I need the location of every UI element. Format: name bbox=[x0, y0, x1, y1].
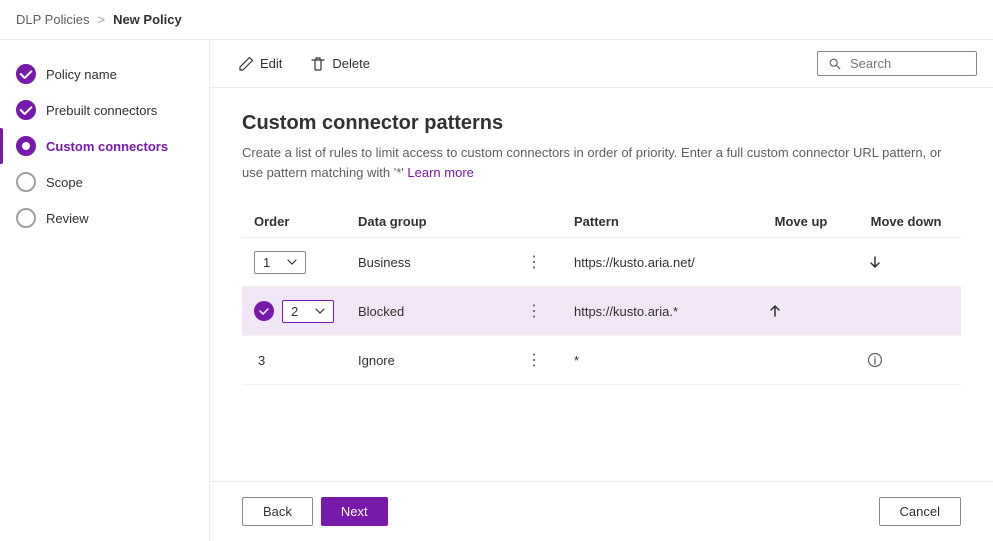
row1-order-dropdown[interactable]: 1 bbox=[254, 251, 306, 274]
row2-order-num: 2 bbox=[291, 304, 298, 319]
row3-movedown-cell bbox=[851, 336, 961, 385]
row1-menu: ⋮ bbox=[506, 238, 562, 287]
row3-order-wrapper: 3 bbox=[254, 353, 334, 368]
row1-menu-button[interactable]: ⋮ bbox=[518, 248, 550, 276]
row3-moveup-cell bbox=[751, 336, 851, 385]
sidebar-item-custom-connectors[interactable]: Custom connectors bbox=[0, 128, 209, 164]
col-menu bbox=[506, 206, 562, 238]
sidebar-label-review: Review bbox=[46, 211, 89, 226]
row2-menu: ⋮ bbox=[506, 287, 562, 336]
next-button[interactable]: Next bbox=[321, 497, 388, 526]
sidebar-item-scope[interactable]: Scope bbox=[0, 164, 209, 200]
sidebar-item-prebuilt-connectors[interactable]: Prebuilt connectors bbox=[0, 92, 209, 128]
breadcrumb-current: New Policy bbox=[113, 12, 182, 27]
col-order: Order bbox=[242, 206, 346, 238]
row3-menu: ⋮ bbox=[506, 336, 562, 385]
arrow-down-icon bbox=[867, 254, 883, 270]
footer: Back Next Cancel bbox=[210, 481, 993, 541]
content-area: Custom connector patterns Create a list … bbox=[210, 88, 993, 481]
step-circle-custom bbox=[16, 136, 36, 156]
delete-button[interactable]: Delete bbox=[298, 50, 382, 78]
arrow-up-icon bbox=[767, 303, 783, 319]
topbar: DLP Policies > New Policy bbox=[0, 0, 993, 40]
row2-order-wrapper: 2 bbox=[254, 300, 334, 323]
page-desc-text: Create a list of rules to limit access t… bbox=[242, 145, 941, 180]
search-icon bbox=[828, 57, 842, 71]
step-circle-policy-name bbox=[16, 64, 36, 84]
row3-pattern: * bbox=[562, 336, 751, 385]
row3-order-cell: 3 bbox=[242, 336, 346, 385]
row1-order-cell: 1 bbox=[242, 238, 346, 287]
row1-move-down-button[interactable] bbox=[863, 250, 887, 274]
col-moveup: Move up bbox=[751, 206, 851, 238]
learn-more-link[interactable]: Learn more bbox=[407, 165, 473, 180]
row3-datagroup: Ignore bbox=[346, 336, 506, 385]
delete-label: Delete bbox=[332, 56, 370, 71]
cancel-button[interactable]: Cancel bbox=[879, 497, 961, 526]
row2-datagroup: Blocked bbox=[346, 287, 506, 336]
step-circle-review bbox=[16, 208, 36, 228]
step-circle-prebuilt bbox=[16, 100, 36, 120]
row2-order-cell: 2 bbox=[242, 287, 346, 336]
step-circle-scope bbox=[16, 172, 36, 192]
row2-move-up-button[interactable] bbox=[763, 299, 787, 323]
page-description: Create a list of rules to limit access t… bbox=[242, 143, 961, 182]
row2-moveup-cell bbox=[751, 287, 851, 336]
col-pattern: Pattern bbox=[562, 206, 751, 238]
info-icon bbox=[867, 352, 883, 368]
row2-menu-button[interactable]: ⋮ bbox=[518, 297, 550, 325]
row1-datagroup: Business bbox=[346, 238, 506, 287]
page-title: Custom connector patterns bbox=[242, 112, 961, 135]
table-row: 2 Blocked ⋮ https://kusto.aria.* bbox=[242, 287, 961, 336]
row1-order-num: 1 bbox=[263, 255, 270, 270]
col-movedown: Move down bbox=[851, 206, 961, 238]
row1-movedown-cell bbox=[851, 238, 961, 287]
row1-order-wrapper: 1 bbox=[254, 251, 334, 274]
chevron-down-icon bbox=[287, 259, 297, 265]
sidebar-label-policy-name: Policy name bbox=[46, 67, 117, 82]
main-content: Edit Delete Custom connector patterns bbox=[210, 40, 993, 541]
delete-icon bbox=[310, 56, 326, 72]
edit-icon bbox=[238, 56, 254, 72]
breadcrumb-sep: > bbox=[97, 12, 105, 27]
sidebar: Policy name Prebuilt connectors Custom c… bbox=[0, 40, 210, 541]
row3-order-num: 3 bbox=[254, 353, 265, 368]
breadcrumb: DLP Policies > New Policy bbox=[16, 12, 182, 27]
edit-label: Edit bbox=[260, 56, 282, 71]
row2-movedown-cell bbox=[851, 287, 961, 336]
row2-check-circle bbox=[254, 301, 274, 321]
sidebar-item-review[interactable]: Review bbox=[0, 200, 209, 236]
row1-pattern: https://kusto.aria.net/ bbox=[562, 238, 751, 287]
check-icon bbox=[258, 305, 270, 317]
row1-moveup-cell bbox=[751, 238, 851, 287]
sidebar-label-custom: Custom connectors bbox=[46, 139, 168, 154]
sidebar-label-prebuilt: Prebuilt connectors bbox=[46, 103, 157, 118]
row2-order-dropdown[interactable]: 2 bbox=[282, 300, 334, 323]
footer-left-buttons: Back Next bbox=[242, 497, 388, 526]
col-datagroup: Data group bbox=[346, 206, 506, 238]
search-input[interactable] bbox=[850, 56, 966, 71]
breadcrumb-parent[interactable]: DLP Policies bbox=[16, 12, 89, 27]
chevron-down-icon bbox=[315, 308, 325, 314]
row3-menu-button[interactable]: ⋮ bbox=[518, 346, 550, 374]
search-box[interactable] bbox=[817, 51, 977, 76]
sidebar-label-scope: Scope bbox=[46, 175, 83, 190]
row3-info-button[interactable] bbox=[863, 348, 887, 372]
edit-button[interactable]: Edit bbox=[226, 50, 294, 78]
row2-pattern: https://kusto.aria.* bbox=[562, 287, 751, 336]
back-button[interactable]: Back bbox=[242, 497, 313, 526]
connector-patterns-table: Order Data group Pattern Move up Move do… bbox=[242, 206, 961, 385]
table-row: 3 Ignore ⋮ * bbox=[242, 336, 961, 385]
sidebar-item-policy-name[interactable]: Policy name bbox=[0, 56, 209, 92]
toolbar: Edit Delete bbox=[210, 40, 993, 88]
table-row: 1 Business ⋮ https://kusto.aria. bbox=[242, 238, 961, 287]
